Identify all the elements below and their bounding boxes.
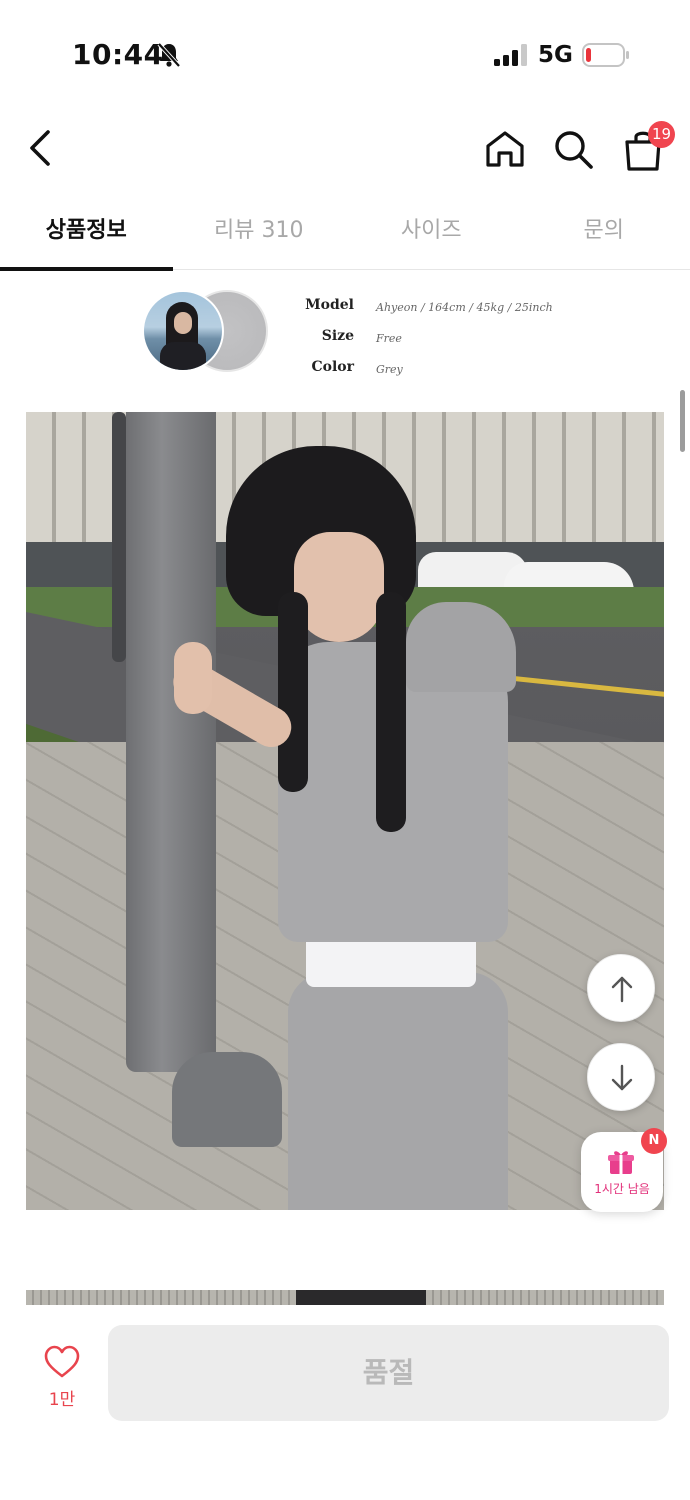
model-value: Ahyeon / 164cm / 45kg / 25inch (376, 301, 553, 314)
gift-icon (608, 1151, 634, 1174)
tab-reviews[interactable]: 리뷰 310 (173, 198, 346, 270)
size-label: Size (321, 328, 354, 344)
search-icon[interactable] (552, 128, 594, 170)
bell-slash-icon (157, 42, 181, 68)
product-tabs: 상품정보 리뷰 310 사이즈 문의 (0, 198, 690, 271)
model-label: Model (305, 297, 354, 313)
arrow-down-icon (611, 1064, 633, 1091)
color-value: Grey (376, 363, 403, 376)
status-bar: 10:44 5G (0, 0, 690, 110)
tab-inquiry[interactable]: 문의 (518, 198, 690, 270)
size-value: Free (376, 332, 402, 345)
arrow-up-icon (611, 976, 633, 1003)
coupon-timer-label: 1시간 남음 (594, 1182, 650, 1196)
cart-count-badge: 19 (648, 121, 676, 148)
color-label: Color (311, 359, 354, 375)
model-avatar (142, 290, 224, 372)
wish-count: 1만 (48, 1390, 76, 1410)
signal-icon (494, 44, 527, 66)
scroll-to-bottom-button[interactable] (587, 1043, 655, 1111)
home-icon[interactable] (484, 128, 526, 170)
model-info-values: Ahyeon / 164cm / 45kg / 25inch Free Grey (376, 292, 676, 385)
bottom-action-bar: 1만 품절 (0, 1305, 690, 1500)
model-info: Model Size Color Ahyeon / 164cm / 45kg /… (0, 282, 690, 382)
tab-size[interactable]: 사이즈 (345, 198, 518, 270)
network-label: 5G (538, 42, 573, 68)
sold-out-button[interactable]: 품절 (108, 1325, 669, 1421)
top-navigation: 19 (0, 110, 690, 190)
product-photo (26, 412, 664, 1210)
model-info-labels: Model Size Color (300, 290, 354, 383)
status-time: 10:44 (72, 38, 164, 71)
page-scrollbar[interactable] (680, 390, 685, 452)
scroll-to-top-button[interactable] (587, 954, 655, 1022)
new-badge: N (641, 1128, 667, 1154)
heart-icon[interactable] (44, 1345, 80, 1379)
back-icon[interactable] (22, 126, 62, 170)
battery-low-icon (582, 43, 629, 67)
tab-product-info[interactable]: 상품정보 (0, 198, 173, 271)
